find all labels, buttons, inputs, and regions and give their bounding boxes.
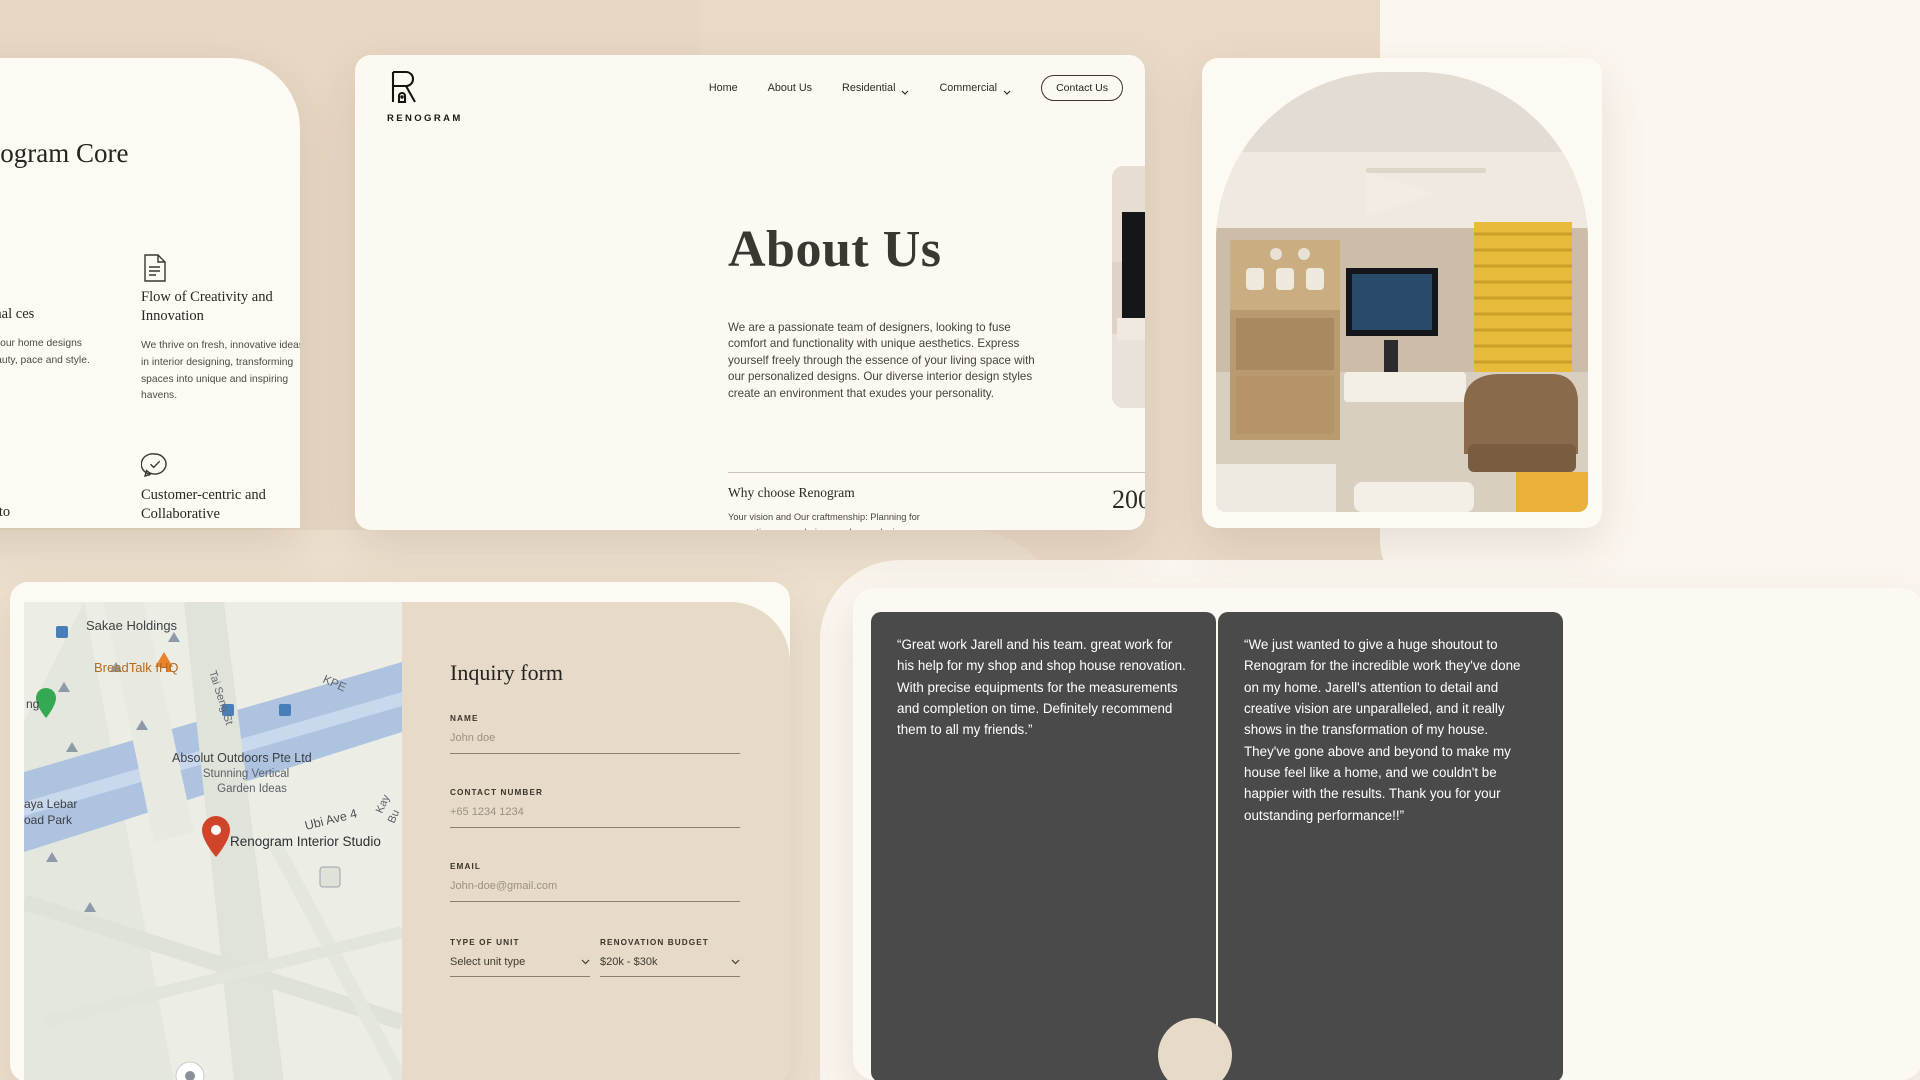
svg-text:ng: ng <box>26 697 39 711</box>
core-title: e Renogram Core <box>0 138 129 168</box>
chevron-down-icon <box>1003 86 1011 95</box>
contact-map-form-card: Sakae Holdings BreadTalk IHQ Tai Seng St… <box>10 582 790 1080</box>
svg-text:Stunning Vertical: Stunning Vertical <box>203 768 289 780</box>
stat-label: Completed Projects <box>1112 529 1145 530</box>
chevron-down-icon <box>581 956 590 968</box>
section-divider <box>728 472 1145 473</box>
field-label: RENOVATION BUDGET <box>600 938 709 947</box>
email-input[interactable]: John-doe@gmail.com <box>450 880 740 902</box>
stat-value: 200+ <box>1112 485 1145 514</box>
why-choose-title: Why choose Renogram <box>728 485 855 500</box>
brand-logo[interactable]: RENOGRAM <box>387 69 463 124</box>
arched-interior-photo <box>1216 72 1588 512</box>
contact-us-button[interactable]: Contact Us <box>1041 75 1123 101</box>
field-type-of-unit[interactable]: TYPE OF UNIT Select unit type <box>450 938 590 977</box>
core-items-grid: nd Functional ces mpact living s, our ho… <box>0 253 300 528</box>
contact-number-input[interactable]: +65 1234 1234 <box>450 806 740 828</box>
hero-interior-photo <box>1112 166 1145 408</box>
about-paragraph: We are a passionate team of designers, l… <box>728 321 1035 400</box>
svg-text:aya Lebar: aya Lebar <box>24 797 77 811</box>
core-item-3: Customer-centric and Collaborative Our g… <box>140 451 300 528</box>
nav-label: Commercial <box>939 82 998 94</box>
field-label: NAME <box>450 714 479 723</box>
document-icon <box>141 254 169 287</box>
field-label: TYPE OF UNIT <box>450 938 520 947</box>
field-renovation-budget[interactable]: RENOVATION BUDGET $20k - $30k <box>600 938 740 977</box>
check-bubble-icon <box>140 453 169 485</box>
core-item-0: nd Functional ces mpact living s, our ho… <box>0 253 103 405</box>
interior-showcase-card <box>1202 58 1602 528</box>
field-label: CONTACT NUMBER <box>450 788 544 797</box>
mockup-stage: e Renogram Core nd Functional ces mpact … <box>0 0 1920 1080</box>
location-map[interactable]: Sakae Holdings BreadTalk IHQ Tai Seng St… <box>24 602 402 1080</box>
about-us-browser-card: RENOGRAM Home About Us Residential Comme… <box>355 55 1145 530</box>
svg-text:oad Park: oad Park <box>24 813 73 827</box>
nav-item-about-us[interactable]: About Us <box>768 82 812 94</box>
core-item-body: We thrive on fresh, innovative ideas in … <box>141 340 300 402</box>
core-item-1: Flow of Creativity and Innovation We thr… <box>141 253 300 405</box>
field-name[interactable]: NAME John doe <box>450 714 740 754</box>
chevron-down-icon <box>901 86 909 95</box>
nav-item-commercial[interactable]: Commercial <box>939 82 1011 95</box>
renovation-budget-select[interactable]: $20k - $30k <box>600 956 740 977</box>
why-choose-body: Your vision and Our craftmenship: Planni… <box>728 512 920 530</box>
field-contact-number[interactable]: CONTACT NUMBER +65 1234 1234 <box>450 788 740 828</box>
inquiry-form-pane: Inquiry form NAME John doe CONTACT NUMBE… <box>402 602 790 1080</box>
core-item-body: mpact living s, our home designs onality… <box>0 338 90 366</box>
renogram-core-card: e Renogram Core nd Functional ces mpact … <box>0 58 300 528</box>
site-navbar: RENOGRAM Home About Us Residential Comme… <box>355 55 1145 124</box>
svg-text:Sakae Holdings: Sakae Holdings <box>86 618 178 633</box>
renogram-r-logo-icon <box>387 70 421 109</box>
chevron-down-icon <box>731 956 740 968</box>
testimonial-1: “Great work Jarell and his team. great w… <box>871 612 1216 1080</box>
name-input[interactable]: John doe <box>450 732 740 754</box>
inquiry-form-title: Inquiry form <box>450 660 564 685</box>
nav-label: About Us <box>767 82 813 94</box>
nav-label: Residential <box>842 82 896 94</box>
type-of-unit-select[interactable]: Select unit type <box>450 956 590 977</box>
core-item-title: s Attention to <box>0 503 11 520</box>
svg-text:Absolut Outdoors Pte Ltd: Absolut Outdoors Pte Ltd <box>172 751 312 765</box>
core-item-title: Flow of Creativity and Innovation <box>141 289 273 325</box>
field-email[interactable]: EMAIL John-doe@gmail.com <box>450 862 740 902</box>
stats-row: 200+ Completed Projects 5+ Years of Expe… <box>1112 485 1145 530</box>
select-value: Select unit type <box>450 956 526 968</box>
select-value: $20k - $30k <box>600 956 658 968</box>
svg-text:Renogram Interior Studio: Renogram Interior Studio <box>230 834 381 849</box>
core-item-2: s Attention to intricate elements ensure… <box>0 451 103 528</box>
svg-text:BreadTalk IHQ: BreadTalk IHQ <box>94 660 179 675</box>
brand-wordmark: RENOGRAM <box>387 113 463 124</box>
testimonials-card: “Great work Jarell and his team. great w… <box>853 588 1920 1080</box>
core-item-title: nd Functional ces <box>0 306 35 322</box>
nav-links: Home About Us Residential Commercial Con… <box>709 75 1123 101</box>
nav-item-home[interactable]: Home <box>709 82 738 94</box>
nav-label: Home <box>708 82 738 94</box>
svg-text:Garden Ideas: Garden Ideas <box>217 783 287 795</box>
core-item-title: Customer-centric and Collaborative <box>141 486 266 523</box>
stat-completed-projects: 200+ Completed Projects <box>1112 485 1145 530</box>
testimonial-2: “We just wanted to give a huge shoutout … <box>1218 612 1563 1080</box>
field-label: EMAIL <box>450 862 481 871</box>
page-title: About Us <box>728 221 942 278</box>
nav-item-residential[interactable]: Residential <box>842 82 909 95</box>
